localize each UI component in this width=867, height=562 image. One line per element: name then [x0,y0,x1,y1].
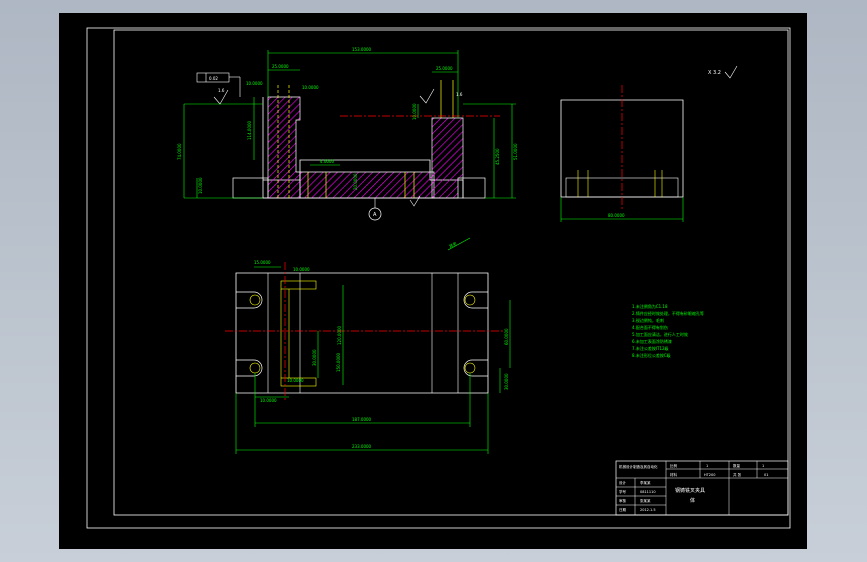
top-dim-right-small-text: 30.0000 [504,373,509,390]
front-dim-overall-height-text: 74.0000 [177,143,182,160]
note-4: 4.配合面不得有划伤 [632,324,668,330]
title-block-value-quantity: 1 [762,464,764,468]
title-block-label-quantity: 数量 [733,463,741,468]
title-block-label-material: 材料 [670,472,678,477]
front-dim-left-height-text: 114.0000 [247,120,252,140]
side-dim-width-text: 80.0000 [608,213,625,218]
title-block-value-checker: 张某某 [640,498,651,503]
top-dim-right-height-text: 60.0000 [504,328,509,345]
title-block-label-sheet: 共 张 [733,472,742,477]
title-block-label-designer: 设计 [619,480,627,485]
front-dim-slot-text: 4.0000 [320,159,334,164]
front-dim-right-height2-text: 51.0000 [513,143,518,160]
note-1: 1.未注倒角为C1.18 [632,303,668,309]
front-roughness-label-left: 1.6 [218,88,225,93]
title-block-value-proportion: 1 [706,464,708,468]
title-block-value-designer: 李某某 [640,480,651,485]
top-dim-overall-width-text: 233.0000 [352,444,372,449]
drawing-background [59,13,807,549]
title-block-value-date: 2012.1.5 [640,508,656,512]
title-block-label-date: 日期 [619,507,627,512]
top-dim-bottom-small-text: 10.0000 [260,398,277,403]
cad-drawing-canvas[interactable]: 153.0000 25.0000 10.0000 10.0000 25.0000… [0,0,867,562]
front-dim-right-height1-text: 45.2500 [495,148,500,165]
front-dim-top-text: 153.0000 [352,47,372,52]
note-2: 2.铸件应经时效处理，不得有砂眼缩孔等 [632,310,704,316]
front-roughness-label-right: 1.6 [456,92,463,97]
front-left-post-hatch [267,96,301,199]
front-right-post-hatch [431,117,464,199]
note-5: 5.加工面应清洁，进行人工时效 [632,331,688,337]
top-dim-center-height-text: 120.0000 [337,325,342,345]
front-dim-right-inner-text: 10.0000 [412,103,417,120]
title-block-value-number: 0811110 [640,490,656,494]
top-dim-left-top-text: 15.0000 [254,260,271,265]
note-8: 8.未注形位公差按C级 [632,352,671,358]
top-dim-inner-small-text: 150.0000 [336,352,341,372]
note-7: 7.未注公差按IT12级 [632,345,669,351]
front-section-label: A [373,212,377,218]
roughness-note-text: X 3.2 [708,70,721,76]
title-block-drawing-number: 01 [764,473,768,477]
cad-viewport: 153.0000 25.0000 10.0000 10.0000 25.0000… [0,0,867,562]
title-block-part-name2: 体 [690,497,695,504]
title-block-label-proportion: 比例 [670,463,678,468]
top-dim-bottom-small2-text: 10.0000 [287,378,304,383]
front-dim-bottom-text: 20.0000 [353,173,358,190]
title-block-label-checker: 审核 [619,498,627,503]
front-dim-right-boss-text: 25.0000 [436,66,453,71]
top-dim-inner-height-text: 30.0000 [312,349,317,366]
front-dim-left-gap-text: 10.0000 [302,85,319,90]
note-3: 3.锐边倒钝，毛刺 [632,317,664,323]
front-dim-left-boss-small-text: 10.0000 [246,81,263,86]
title-block-label-number: 学号 [619,489,627,494]
front-dim-left-boss-text: 25.0000 [272,64,289,69]
front-dim-small-height-text: 10.0000 [198,177,203,194]
front-tolerance-text: 0.02 [209,76,218,81]
top-dim-left-top2-text: 10.0000 [293,267,310,272]
title-block-school: 机械设计制造及其自动化 [619,464,658,469]
top-dim-inner-width-text: 187.0000 [352,417,372,422]
title-block-part-name: 钢铸铣叉夹具 [675,487,705,494]
title-block-value-material: HT200 [704,473,715,477]
note-6: 6.未加工表面涂防锈漆 [632,338,672,344]
